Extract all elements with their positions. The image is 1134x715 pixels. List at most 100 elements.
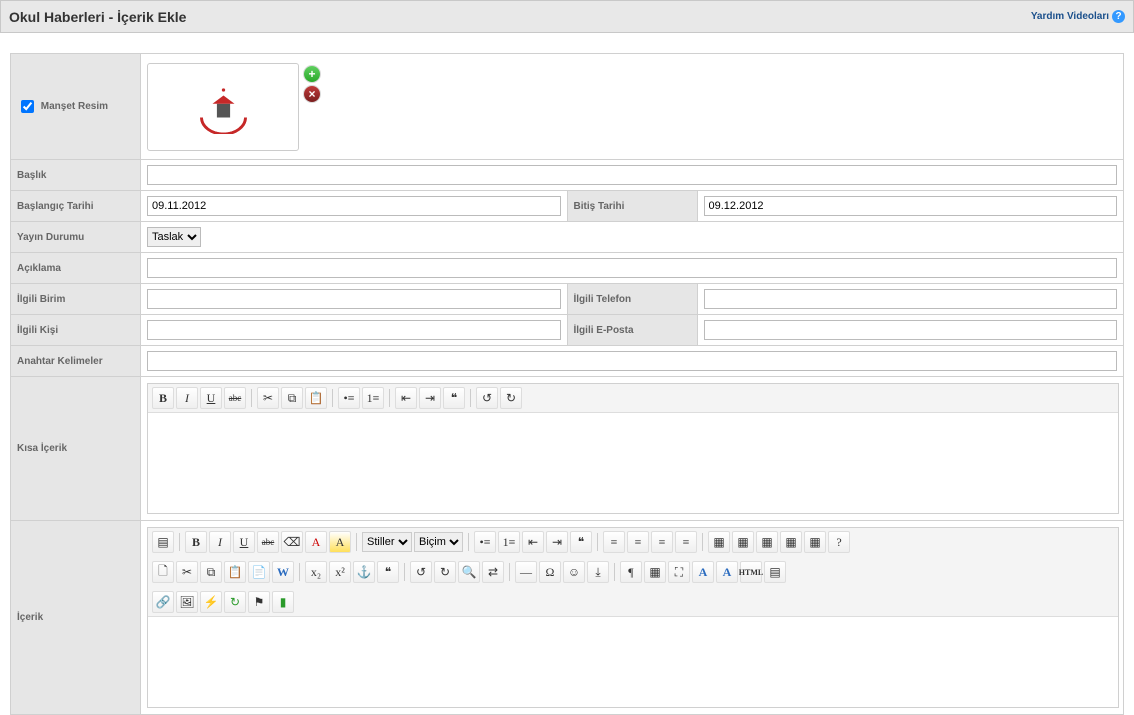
meb-logo-icon <box>196 79 251 134</box>
cut-icon[interactable]: ✂ <box>257 387 279 409</box>
copy-icon[interactable]: ⧉ <box>281 387 303 409</box>
label-manset-resim: Manşet Resim <box>11 54 141 160</box>
ol-icon[interactable]: 1≡ <box>362 387 384 409</box>
paste-text-icon[interactable]: 📄 <box>248 561 270 583</box>
italic-icon[interactable]: I <box>176 387 198 409</box>
redo-icon[interactable]: ↻ <box>500 387 522 409</box>
bgcolor-icon[interactable]: A <box>329 531 351 553</box>
bold-icon[interactable]: B <box>185 531 207 553</box>
remove-image-button[interactable]: × <box>304 86 320 102</box>
undo-icon[interactable]: ↺ <box>410 561 432 583</box>
blockquote-icon[interactable]: ❝ <box>570 531 592 553</box>
toolbar-separator <box>332 389 333 407</box>
add-image-button[interactable]: + <box>304 66 320 82</box>
image-manager-icon[interactable]: 🖼 <box>176 591 198 613</box>
a11y-icon[interactable]: A <box>692 561 714 583</box>
tbbtn-a-icon[interactable]: ▦ <box>708 531 730 553</box>
undo-icon[interactable]: ↺ <box>476 387 498 409</box>
replace-icon[interactable]: ⇄ <box>482 561 504 583</box>
image-thumbnail[interactable]: + × <box>147 63 299 151</box>
ilgili-kisi-input[interactable] <box>147 320 561 340</box>
align-left-icon[interactable]: ≡ <box>603 531 625 553</box>
tbbtn-b-icon[interactable]: ▦ <box>732 531 754 553</box>
paste-icon[interactable]: 📋 <box>224 561 246 583</box>
a11y2-icon[interactable]: A <box>716 561 738 583</box>
yayin-durumu-select[interactable]: Taslak <box>147 227 201 247</box>
redo-icon[interactable]: ↻ <box>434 561 456 583</box>
align-justify-icon[interactable]: ≡ <box>675 531 697 553</box>
ilgili-telefon-input[interactable] <box>704 289 1118 309</box>
omega-icon[interactable]: Ω <box>539 561 561 583</box>
quote2-icon[interactable]: ❝ <box>377 561 399 583</box>
manset-resim-text: Manşet Resim <box>41 101 108 112</box>
anchor-icon[interactable]: ⚓ <box>353 561 375 583</box>
label-baslik: Başlık <box>11 160 141 191</box>
paragraph-icon[interactable]: ¶ <box>620 561 642 583</box>
pagebreak-icon[interactable]: ⤓ <box>587 561 609 583</box>
fit-icon[interactable]: ⛶ <box>668 561 690 583</box>
label-bitis-tarihi: Bitiş Tarihi <box>567 191 697 222</box>
content-form: Manşet Resim + × <box>10 53 1124 715</box>
anahtar-kelimeler-input[interactable] <box>147 351 1117 371</box>
paste-word-icon[interactable]: W <box>272 561 294 583</box>
subscript-icon[interactable]: x₂ <box>305 561 327 583</box>
bitis-tarihi-input[interactable] <box>704 196 1118 216</box>
find-icon[interactable]: 🔍 <box>458 561 480 583</box>
kisa-icerik-textarea[interactable] <box>148 413 1118 513</box>
ul-icon[interactable]: •≡ <box>338 387 360 409</box>
refresh-icon[interactable]: ↻ <box>224 591 246 613</box>
styles-select[interactable]: Stiller <box>362 532 412 552</box>
aciklama-input[interactable] <box>147 258 1117 278</box>
table-icon[interactable]: ▦ <box>644 561 666 583</box>
bold-icon[interactable]: B <box>152 387 174 409</box>
label-kisa-icerik: Kısa İçerik <box>11 377 141 521</box>
copy-icon[interactable]: ⧉ <box>200 561 222 583</box>
quote-icon[interactable]: ❝ <box>443 387 465 409</box>
italic-icon[interactable]: I <box>209 531 231 553</box>
anchor2-icon[interactable]: ⚑ <box>248 591 270 613</box>
help-icon[interactable]: ? <box>828 531 850 553</box>
flash-icon[interactable]: ⚡ <box>200 591 222 613</box>
align-right-icon[interactable]: ≡ <box>651 531 673 553</box>
outdent-icon[interactable]: ⇤ <box>522 531 544 553</box>
manset-image-cell: + × <box>141 54 1124 160</box>
outdent-icon[interactable]: ⇤ <box>395 387 417 409</box>
baslik-input[interactable] <box>147 165 1117 185</box>
underline-icon[interactable]: U <box>200 387 222 409</box>
ul-icon[interactable]: •≡ <box>474 531 496 553</box>
toolbar-separator <box>702 533 703 551</box>
format-select[interactable]: Biçim <box>414 532 463 552</box>
cut-icon[interactable]: ✂ <box>176 561 198 583</box>
icerik-textarea[interactable] <box>148 617 1118 707</box>
source-icon[interactable]: ▤ <box>152 531 174 553</box>
label-ilgili-telefon: İlgili Telefon <box>567 284 697 315</box>
ilgili-eposta-input[interactable] <box>704 320 1118 340</box>
removeformat-icon[interactable]: ⌫ <box>281 531 303 553</box>
ilgili-birim-input[interactable] <box>147 289 561 309</box>
help-videos-link[interactable]: Yardım Videoları ? <box>1031 8 1125 26</box>
manset-resim-checkbox[interactable] <box>21 100 34 113</box>
tbbtn-e-icon[interactable]: ▦ <box>804 531 826 553</box>
indent-icon[interactable]: ⇥ <box>546 531 568 553</box>
mini-editor-toolbar: B I U abc ✂ ⧉ 📋 •≡ 1≡ ⇤ ⇥ ❝ ↺ <box>148 384 1118 413</box>
indent-icon[interactable]: ⇥ <box>419 387 441 409</box>
align-center-icon[interactable]: ≡ <box>627 531 649 553</box>
label-aciklama: Açıklama <box>11 253 141 284</box>
tbbtn-c-icon[interactable]: ▦ <box>756 531 778 553</box>
tbbtn-d-icon[interactable]: ▦ <box>780 531 802 553</box>
css-icon[interactable]: ▤ <box>764 561 786 583</box>
link-icon[interactable]: 🔗 <box>152 591 174 613</box>
strike-icon[interactable]: abc <box>257 531 279 553</box>
html-source-icon[interactable]: HTML <box>740 561 762 583</box>
underline-icon[interactable]: U <box>233 531 255 553</box>
textcolor-icon[interactable]: A <box>305 531 327 553</box>
baslangic-tarihi-input[interactable] <box>147 196 561 216</box>
strike-icon[interactable]: abc <box>224 387 246 409</box>
newdoc-icon[interactable]: 🗋 <box>152 561 174 583</box>
smiley-icon[interactable]: ☺ <box>563 561 585 583</box>
superscript-icon[interactable]: x² <box>329 561 351 583</box>
hr-icon[interactable]: — <box>515 561 537 583</box>
layers-icon[interactable]: ▮ <box>272 591 294 613</box>
ol-icon[interactable]: 1≡ <box>498 531 520 553</box>
paste-icon[interactable]: 📋 <box>305 387 327 409</box>
